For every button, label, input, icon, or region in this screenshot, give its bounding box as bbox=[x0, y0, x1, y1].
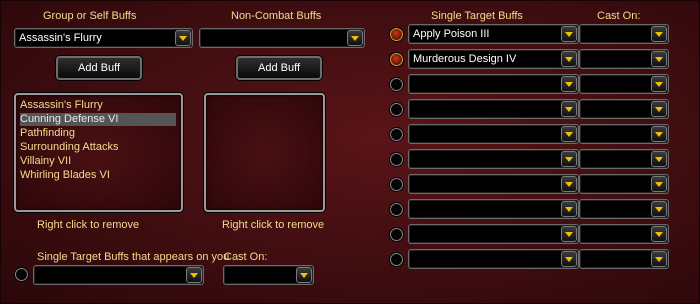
chevron-down-icon[interactable] bbox=[561, 226, 577, 242]
chevron-down-icon[interactable] bbox=[561, 76, 577, 92]
chevron-down-icon[interactable] bbox=[561, 126, 577, 142]
chevron-down-icon[interactable] bbox=[651, 151, 667, 167]
chevron-down-icon[interactable] bbox=[296, 267, 312, 283]
single-target-buff-dropdown[interactable] bbox=[408, 249, 579, 269]
single-target-buffs-header: Single Target Buffs bbox=[431, 10, 523, 22]
single-target-row-radio[interactable] bbox=[390, 103, 403, 116]
chevron-down-icon[interactable] bbox=[347, 30, 363, 46]
cast-on-dropdown[interactable] bbox=[579, 99, 669, 119]
chevron-down-icon[interactable] bbox=[651, 201, 667, 217]
chevron-down-icon[interactable] bbox=[651, 76, 667, 92]
noncombat-buff-dropdown[interactable] bbox=[199, 28, 365, 48]
cast-on-dropdown[interactable] bbox=[579, 174, 669, 194]
list-item[interactable]: Pathfinding bbox=[20, 127, 75, 140]
cast-on-dropdown[interactable] bbox=[579, 24, 669, 44]
cast-on-header: Cast On: bbox=[597, 10, 641, 22]
right-click-remove-note: Right click to remove bbox=[222, 219, 325, 231]
single-target-buff-dropdown[interactable] bbox=[408, 149, 579, 169]
group-buff-dropdown-value: Assassin's Flurry bbox=[19, 32, 102, 44]
single-target-row-radio[interactable] bbox=[390, 178, 403, 191]
group-buff-dropdown[interactable]: Assassin's Flurry bbox=[14, 28, 193, 48]
single-target-row-radio[interactable] bbox=[390, 228, 403, 241]
single-target-buff-dropdown[interactable] bbox=[408, 99, 579, 119]
cast-on-dropdown[interactable] bbox=[579, 199, 669, 219]
chevron-down-icon[interactable] bbox=[651, 251, 667, 267]
single-target-row-radio[interactable] bbox=[390, 78, 403, 91]
single-target-buff-value: Murderous Design IV bbox=[413, 53, 517, 65]
cast-on-dropdown[interactable] bbox=[579, 74, 669, 94]
single-target-buff-value: Apply Poison III bbox=[413, 28, 490, 40]
single-target-row-radio[interactable] bbox=[390, 128, 403, 141]
chevron-down-icon[interactable] bbox=[561, 201, 577, 217]
chevron-down-icon[interactable] bbox=[186, 267, 202, 283]
cast-on-dropdown[interactable] bbox=[579, 124, 669, 144]
chevron-down-icon[interactable] bbox=[561, 251, 577, 267]
single-target-row-radio[interactable] bbox=[390, 203, 403, 216]
add-noncombat-buff-button[interactable]: Add Buff bbox=[236, 56, 322, 80]
list-item[interactable]: Whirling Blades VI bbox=[20, 169, 110, 182]
list-item[interactable]: Assassin's Flurry bbox=[20, 99, 103, 112]
chevron-down-icon[interactable] bbox=[561, 26, 577, 42]
single-target-buff-dropdown[interactable] bbox=[408, 174, 579, 194]
cast-on-dropdown[interactable] bbox=[579, 249, 669, 269]
single-target-row-radio[interactable] bbox=[390, 28, 403, 41]
single-target-buff-dropdown[interactable] bbox=[408, 74, 579, 94]
cast-on-dropdown[interactable] bbox=[579, 224, 669, 244]
group-buffs-header: Group or Self Buffs bbox=[43, 10, 137, 22]
noncombat-buff-list[interactable] bbox=[204, 93, 325, 212]
cast-on-dropdown[interactable] bbox=[579, 149, 669, 169]
chevron-down-icon[interactable] bbox=[175, 30, 191, 46]
chevron-down-icon[interactable] bbox=[651, 126, 667, 142]
chevron-down-icon[interactable] bbox=[561, 151, 577, 167]
group-buff-list[interactable]: Assassin's Flurry Cunning Defense VI Pathf… bbox=[14, 93, 183, 212]
chevron-down-icon[interactable] bbox=[651, 51, 667, 67]
single-target-row-radio[interactable] bbox=[390, 153, 403, 166]
single-target-buff-dropdown[interactable]: Murderous Design IV bbox=[408, 49, 579, 69]
list-item[interactable]: Villainy VII bbox=[20, 155, 71, 168]
add-group-buff-button[interactable]: Add Buff bbox=[56, 56, 142, 80]
noncombat-buffs-header: Non-Combat Buffs bbox=[231, 10, 322, 22]
cast-on-bottom-dropdown[interactable] bbox=[223, 265, 314, 285]
cast-on-dropdown[interactable] bbox=[579, 49, 669, 69]
list-item[interactable]: Surrounding Attacks bbox=[20, 141, 118, 154]
single-target-row-radio[interactable] bbox=[390, 53, 403, 66]
single-target-buff-dropdown[interactable] bbox=[408, 224, 579, 244]
cast-on-bottom-header: Cast On: bbox=[224, 251, 268, 263]
single-target-on-you-radio[interactable] bbox=[15, 268, 28, 281]
chevron-down-icon[interactable] bbox=[561, 176, 577, 192]
chevron-down-icon[interactable] bbox=[651, 101, 667, 117]
list-item[interactable]: Cunning Defense VI bbox=[20, 113, 176, 126]
right-click-remove-note: Right click to remove bbox=[37, 219, 140, 231]
chevron-down-icon[interactable] bbox=[651, 26, 667, 42]
chevron-down-icon[interactable] bbox=[651, 176, 667, 192]
single-target-on-you-header: Single Target Buffs that appears on you bbox=[37, 251, 230, 263]
single-target-buff-dropdown[interactable] bbox=[408, 199, 579, 219]
chevron-down-icon[interactable] bbox=[561, 101, 577, 117]
single-target-on-you-dropdown[interactable] bbox=[33, 265, 204, 285]
chevron-down-icon[interactable] bbox=[651, 226, 667, 242]
single-target-row-radio[interactable] bbox=[390, 253, 403, 266]
single-target-buff-dropdown[interactable]: Apply Poison III bbox=[408, 24, 579, 44]
single-target-buff-dropdown[interactable] bbox=[408, 124, 579, 144]
chevron-down-icon[interactable] bbox=[561, 51, 577, 67]
